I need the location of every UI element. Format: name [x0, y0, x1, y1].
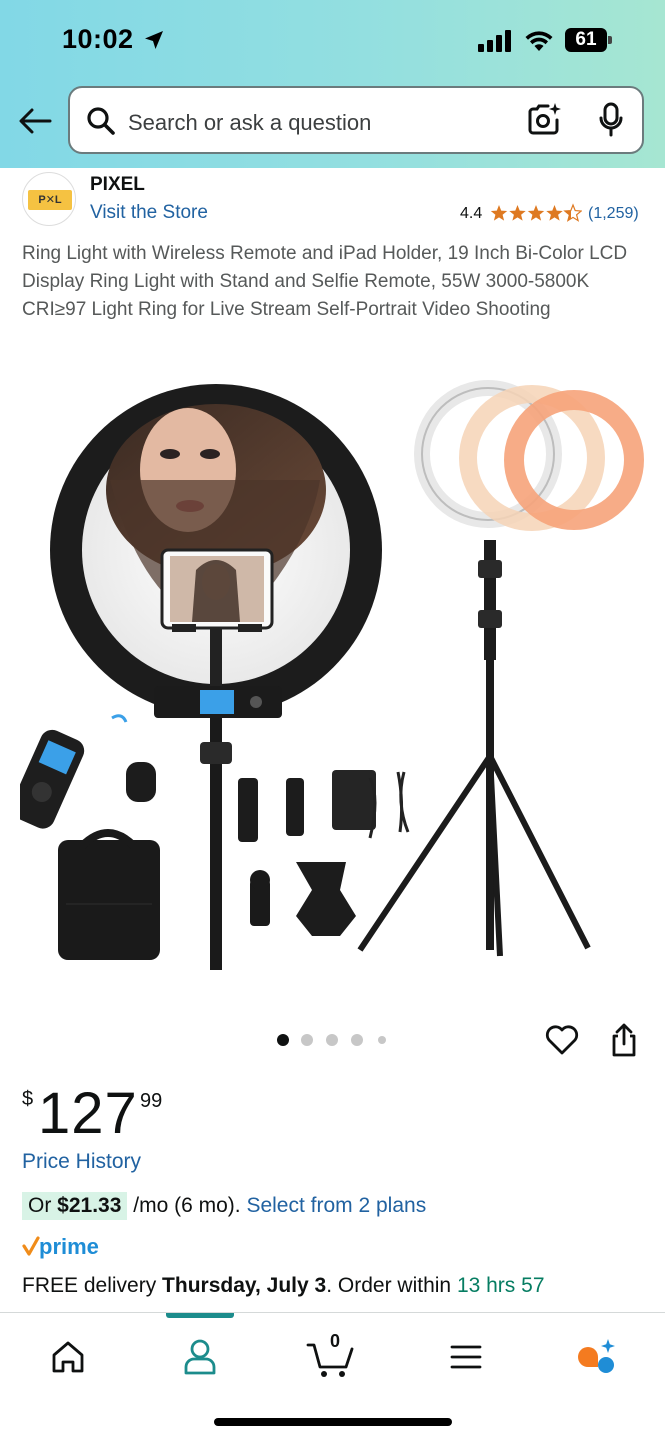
battery-indicator: 61	[565, 28, 613, 52]
product-title: Ring Light with Wireless Remote and iPad…	[22, 243, 628, 320]
price-fraction: 99	[140, 1090, 163, 1112]
search-icon	[87, 107, 115, 135]
location-arrow-icon	[145, 31, 163, 49]
rating-value: 4.4	[460, 205, 483, 222]
cart-button[interactable]: 0	[302, 1331, 362, 1379]
review-count-link[interactable]: (1,259)	[588, 205, 639, 223]
star-rating-icon[interactable]	[490, 203, 582, 223]
delivery-order-text: . Order within	[326, 1274, 457, 1297]
visit-store-link[interactable]: Visit the Store	[90, 202, 208, 224]
active-tab-indicator	[166, 1313, 234, 1318]
cart-count: 0	[330, 1331, 341, 1351]
prime-label: prime	[39, 1234, 99, 1259]
image-pager-dots[interactable]	[276, 1033, 396, 1047]
installment-offer: Or $21.33 /mo (6 mo). Select from 2 plan…	[22, 1192, 426, 1222]
heart-icon[interactable]	[545, 1024, 579, 1056]
delivery-info: FREE delivery Thursday, July 3. Order wi…	[22, 1274, 545, 1298]
product-image[interactable]	[20, 360, 645, 990]
home-icon[interactable]	[38, 1335, 98, 1379]
installment-amount: $21.33	[57, 1194, 122, 1217]
installment-term: /mo (6 mo).	[127, 1194, 247, 1217]
delivery-countdown: 13 hrs 57	[456, 1274, 545, 1297]
share-icon[interactable]	[610, 1022, 638, 1058]
installment-prefix: Or	[28, 1194, 58, 1217]
battery-percent: 61	[575, 29, 597, 50]
select-plans-link[interactable]: Select from 2 plans	[246, 1194, 426, 1217]
store-logo-mark: P✕L	[28, 190, 72, 210]
cellular-signal-icon	[478, 30, 511, 52]
store-name: PIXEL	[90, 174, 145, 195]
delivery-date: Thursday, July 3	[162, 1274, 327, 1297]
price-history-link[interactable]: Price History	[22, 1150, 141, 1174]
wifi-icon	[525, 31, 553, 51]
delivery-free-text: FREE delivery	[22, 1274, 163, 1297]
search-input[interactable]: Search or ask a question	[68, 86, 644, 154]
installment-badge: Or $21.33	[22, 1192, 128, 1220]
price-currency: $	[22, 1088, 34, 1110]
store-logo[interactable]: P✕L	[22, 172, 76, 226]
rufus-assistant-icon[interactable]	[568, 1335, 628, 1379]
top-bar: 10:02 61 Search or ask a question	[0, 0, 665, 168]
camera-search-icon[interactable]	[526, 102, 562, 138]
home-indicator	[214, 1418, 452, 1426]
status-time: 10:02	[62, 24, 134, 54]
menu-icon[interactable]	[436, 1335, 496, 1379]
search-placeholder: Search or ask a question	[128, 110, 372, 135]
prime-logo: prime	[22, 1234, 99, 1259]
account-icon[interactable]	[170, 1335, 230, 1379]
back-arrow-icon[interactable]	[18, 106, 52, 136]
price-whole: 127	[38, 1081, 138, 1146]
microphone-icon[interactable]	[598, 102, 624, 138]
